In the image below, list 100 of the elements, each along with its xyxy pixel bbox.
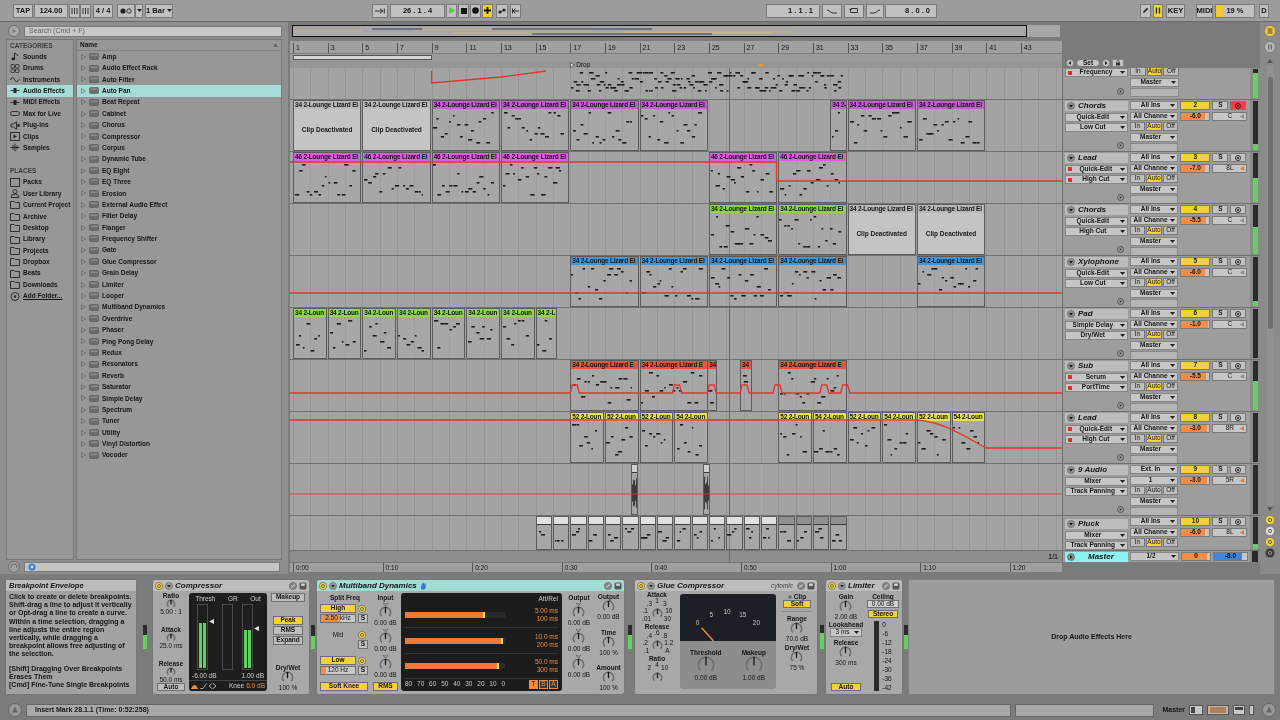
record-arm-button[interactable] — [1230, 101, 1247, 110]
sort-triangle-icon[interactable] — [273, 43, 278, 47]
midi-clip[interactable] — [604, 516, 622, 550]
overview-drawing[interactable] — [292, 25, 1060, 37]
midi-clip[interactable] — [691, 516, 708, 550]
attack-knob[interactable] — [652, 608, 663, 619]
scroll-down-icon[interactable] — [1267, 507, 1273, 511]
record-arm-button[interactable] — [1230, 361, 1247, 370]
diamond-icon[interactable] — [209, 683, 216, 689]
bell-curve-icon[interactable] — [191, 683, 198, 689]
computer-keyboard-button[interactable] — [1153, 3, 1163, 18]
midi-clip[interactable] — [570, 516, 587, 550]
output-channel-field[interactable] — [1129, 247, 1179, 255]
track-name-bar[interactable]: Lead — [1065, 413, 1128, 423]
track-name-bar[interactable]: Sub — [1065, 361, 1128, 371]
arc-circle-icon[interactable] — [8, 561, 20, 573]
track-name-bar[interactable]: Xylophone — [1065, 257, 1128, 267]
save-icon[interactable] — [892, 581, 900, 590]
output-channel-field[interactable] — [1129, 195, 1179, 203]
scroll-up-icon[interactable] — [1267, 59, 1273, 63]
overdub-button[interactable] — [482, 3, 493, 18]
midi-clip[interactable] — [552, 516, 570, 550]
fold-triangle-icon[interactable] — [1067, 520, 1075, 528]
track-name-bar[interactable]: Chords — [1065, 101, 1128, 111]
ring-icon[interactable] — [358, 604, 366, 613]
scrollbar-track[interactable] — [1266, 65, 1274, 505]
ring-icon[interactable] — [358, 656, 366, 665]
release-knob[interactable] — [166, 667, 176, 677]
slash-circle-icon[interactable] — [882, 581, 890, 590]
slash-circle-icon[interactable] — [604, 581, 612, 590]
save-icon[interactable] — [614, 581, 622, 590]
dot-circle-icon[interactable] — [1116, 142, 1124, 149]
record-arm-button[interactable] — [1230, 205, 1247, 214]
output-channel-field[interactable] — [1129, 351, 1179, 359]
play-circle-icon[interactable] — [8, 25, 20, 37]
dry-wet-knob[interactable] — [790, 651, 804, 664]
midi-clip[interactable] — [622, 516, 639, 550]
loop-brace[interactable] — [293, 55, 432, 60]
record-arm-button[interactable] — [1230, 257, 1247, 266]
midi-clip[interactable] — [778, 516, 795, 550]
output-knob[interactable] — [572, 632, 586, 645]
record-arm-button[interactable] — [1230, 517, 1247, 526]
ratio-knob[interactable] — [652, 672, 663, 683]
back-to-arrangement-button[interactable] — [510, 3, 521, 18]
dot-circle-icon[interactable] — [1116, 454, 1124, 461]
fold-triangle-icon[interactable] — [1067, 552, 1075, 561]
midi-clip[interactable] — [743, 516, 760, 550]
save-icon[interactable] — [299, 581, 307, 590]
fold-triangle-icon[interactable] — [1067, 154, 1075, 162]
narrow-box-icon[interactable] — [1249, 705, 1254, 715]
fold-triangle-icon[interactable] — [838, 581, 846, 590]
midi-clip[interactable] — [726, 516, 743, 550]
audio-clip[interactable] — [702, 464, 710, 515]
track-name-bar[interactable]: Chords — [1065, 205, 1128, 215]
fold-triangle-icon[interactable] — [329, 581, 337, 590]
dot-circle-icon[interactable] — [1116, 194, 1124, 201]
track-name-bar[interactable]: Master — [1065, 551, 1128, 562]
input-knob[interactable] — [379, 606, 392, 619]
audio-clip[interactable] — [630, 464, 638, 515]
bar-box-icon[interactable] — [1233, 705, 1245, 715]
automation-arm-button[interactable] — [496, 3, 508, 18]
midi-clip[interactable] — [760, 516, 778, 550]
bars-circle-icon[interactable] — [1264, 41, 1276, 53]
track-name-bar[interactable]: Lead — [1065, 153, 1128, 163]
input-knob[interactable] — [379, 658, 392, 671]
release-knob[interactable] — [839, 646, 853, 659]
save-icon[interactable] — [807, 581, 815, 590]
output-knob[interactable] — [572, 606, 586, 619]
output-channel-field[interactable] — [1129, 403, 1179, 411]
fold-triangle-icon[interactable] — [165, 581, 173, 590]
device-title-bar[interactable]: Limiter — [826, 580, 902, 591]
output-channel-field[interactable] — [1130, 88, 1179, 97]
nudge-down-button[interactable] — [69, 3, 80, 18]
menu-icon[interactable] — [1264, 25, 1276, 37]
triangle-pointer-icon[interactable] — [253, 626, 259, 632]
midi-clip[interactable] — [812, 516, 830, 550]
dot-circle-icon[interactable] — [1116, 402, 1124, 409]
midi-clip[interactable] — [587, 516, 604, 550]
previous-arrow-icon[interactable] — [1066, 59, 1074, 67]
release-knob[interactable] — [652, 640, 663, 651]
midi-clip[interactable] — [674, 516, 691, 550]
dot-circle-icon[interactable] — [1116, 298, 1124, 305]
draw-mode-button[interactable] — [1140, 3, 1151, 18]
output-knob[interactable] — [572, 658, 586, 671]
dry-wet-knob[interactable] — [281, 671, 295, 684]
preview-field[interactable] — [24, 562, 280, 572]
range-knob[interactable] — [790, 622, 804, 635]
output-channel-field[interactable] — [1129, 299, 1179, 307]
fold-triangle-icon[interactable] — [1067, 362, 1075, 370]
midi-clip[interactable] — [830, 516, 847, 550]
stop-button[interactable] — [458, 3, 469, 18]
lock-icon[interactable] — [1112, 59, 1125, 67]
loop-button[interactable] — [844, 3, 864, 18]
fold-triangle-icon[interactable] — [1067, 310, 1075, 318]
follow-button[interactable] — [372, 3, 388, 18]
triangle-pointer-icon[interactable] — [209, 619, 215, 625]
device-title-bar[interactable]: Compressor — [153, 580, 309, 591]
midi-clip[interactable] — [656, 516, 674, 550]
scrollbar-thumb[interactable] — [1267, 77, 1273, 329]
triangle-circle-icon[interactable] — [8, 703, 22, 717]
